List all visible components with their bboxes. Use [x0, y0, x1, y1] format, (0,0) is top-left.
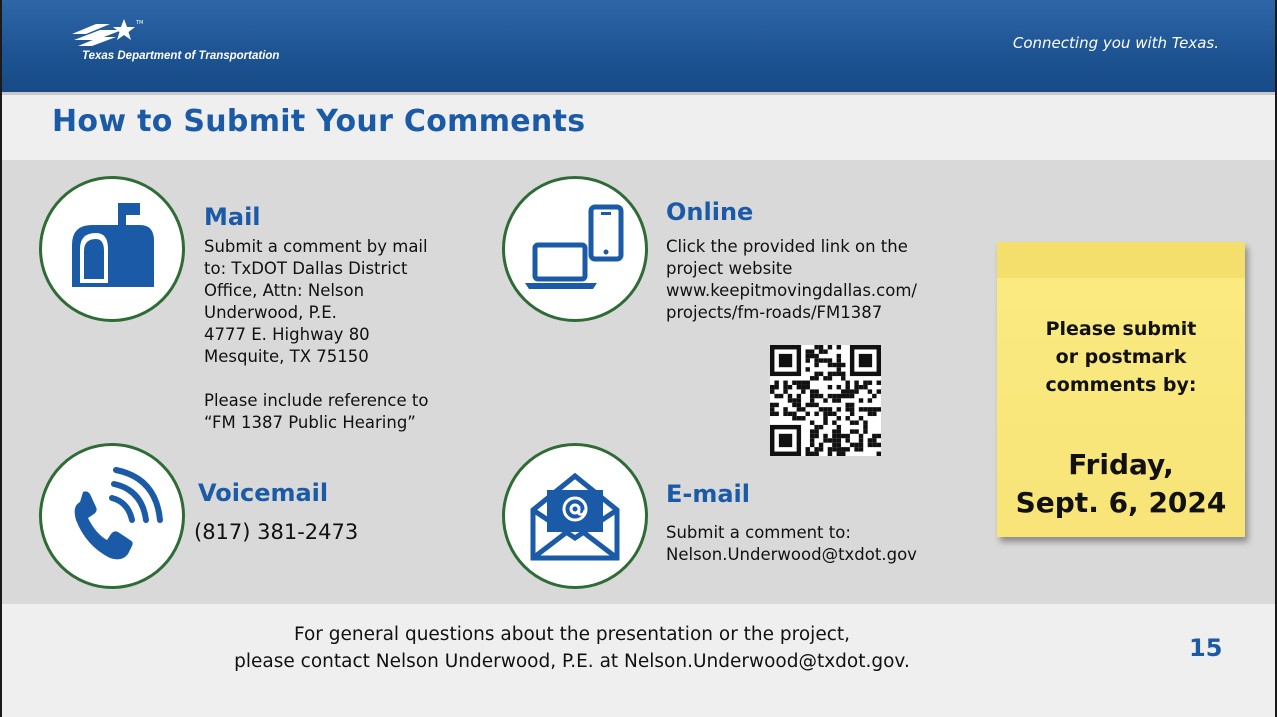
txdot-star-icon: TM	[72, 19, 143, 46]
devices-icon	[502, 176, 648, 322]
txdot-logo: TM Texas Department of Transportation	[70, 18, 350, 68]
email-text: Submit a comment to: Nelson.Underwood@tx…	[666, 523, 917, 564]
mail-text: Submit a comment by mail to: TxDOT Dalla…	[204, 237, 429, 432]
mailbox-icon	[39, 176, 185, 322]
note-deadline-date: Friday, Sept. 6, 2024	[1015, 448, 1227, 519]
page-number: 15	[1189, 634, 1223, 662]
footer-contact-text: For general questions about the presenta…	[234, 624, 910, 672]
sticky-note-fold	[997, 242, 1245, 278]
tagline: Connecting you with Texas.	[1012, 34, 1219, 52]
svg-text:TM: TM	[135, 20, 143, 26]
mail-title: Mail	[204, 203, 261, 231]
note-submit-text: Please submit or postmark comments by:	[1045, 318, 1197, 396]
bottom-strip	[2, 702, 1275, 717]
header-divider	[2, 92, 1275, 95]
logo-text: Texas Department of Transportation	[82, 50, 280, 62]
online-text: Click the provided link on the project w…	[666, 237, 917, 322]
qr-code	[770, 345, 881, 456]
header-bar: TM Texas Department of Transportation Co…	[2, 0, 1275, 94]
page-title: How to Submit Your Comments	[52, 104, 586, 139]
phone-icon	[39, 443, 185, 589]
slide: TM Texas Department of Transportation Co…	[0, 0, 1277, 717]
deadline-sticky-note: Please submit or postmark comments by: F…	[997, 242, 1245, 537]
voicemail-phone: (817) 381-2473	[194, 520, 359, 544]
email-title: E-mail	[666, 480, 751, 508]
email-envelope-icon	[502, 443, 648, 589]
voicemail-title: Voicemail	[198, 479, 329, 507]
online-title: Online	[666, 198, 754, 226]
